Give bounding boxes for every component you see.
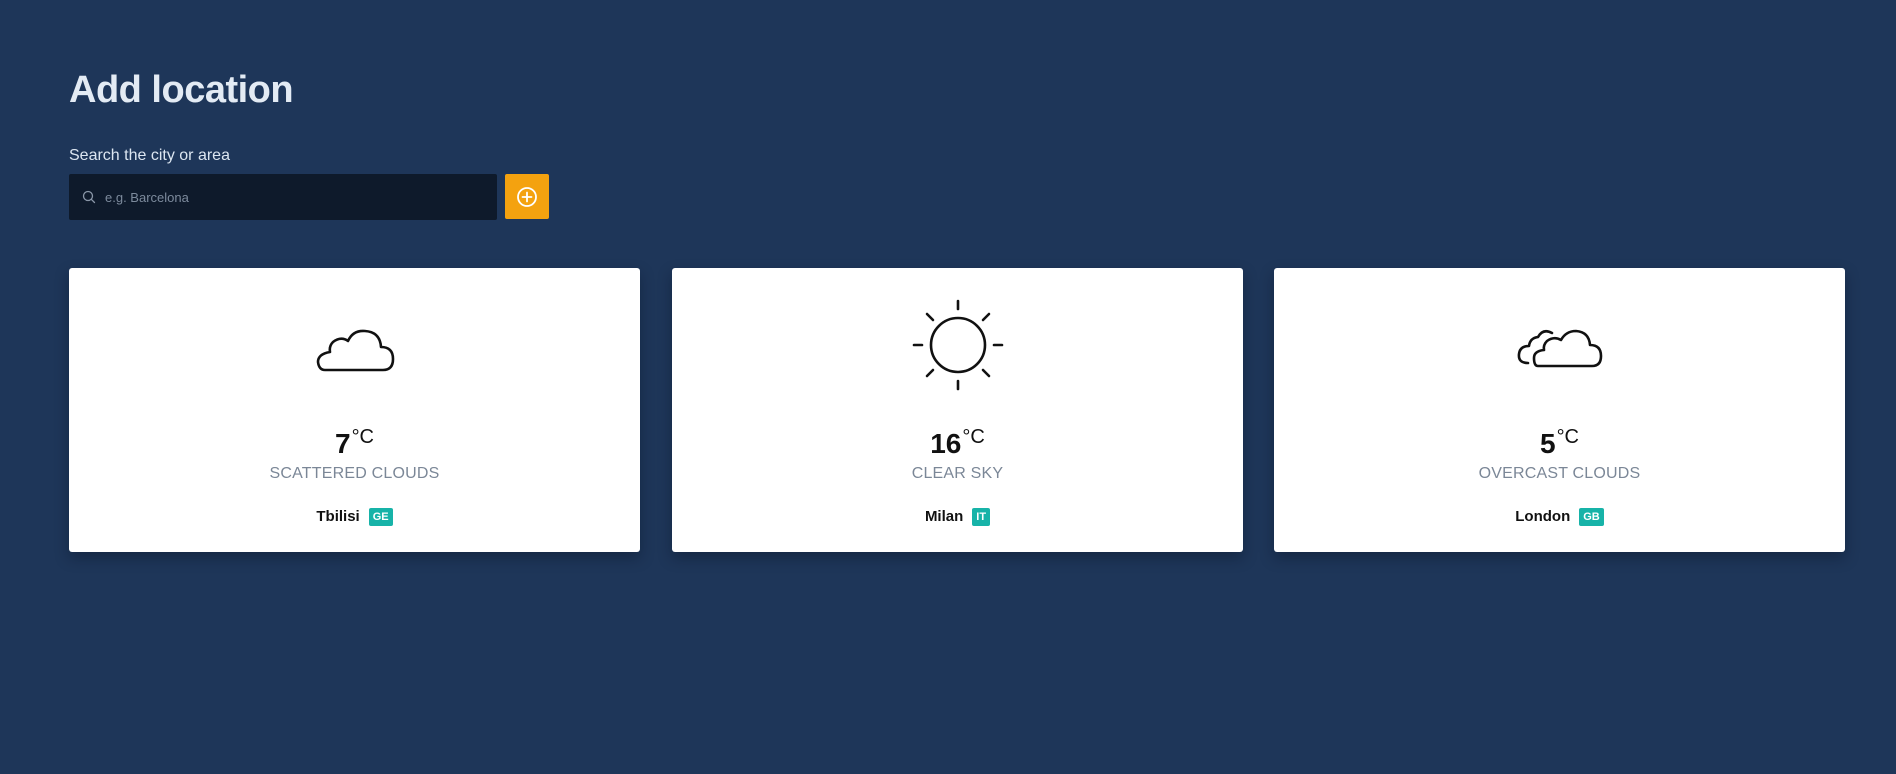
search-icon: [81, 189, 97, 205]
location: London GB: [1274, 508, 1845, 526]
page-title: Add location: [69, 69, 294, 111]
weather-cards: 7°C SCATTERED CLOUDS Tbilisi GE 16°C CLE…: [69, 268, 1845, 552]
temperature-value: 16: [930, 428, 962, 459]
city-name: Milan: [924, 508, 964, 525]
temperature-value: 5: [1539, 428, 1556, 459]
cloud-icon: [305, 295, 405, 395]
overcast-clouds-icon: [1510, 295, 1610, 395]
country-badge: GE: [368, 508, 393, 526]
weather-card-milan[interactable]: 16°C CLEAR SKY Milan IT: [672, 268, 1243, 552]
temperature: 5°C: [1274, 420, 1845, 461]
weather-description: CLEAR SKY: [911, 465, 1004, 482]
temperature: 16°C: [672, 420, 1243, 461]
city-name: London: [1515, 508, 1571, 525]
city-name: Tbilisi: [316, 508, 360, 525]
search-input[interactable]: [105, 174, 497, 220]
country-badge: GB: [1579, 508, 1604, 526]
weather-description: OVERCAST CLOUDS: [1478, 465, 1641, 482]
weather-card-london[interactable]: 5°C OVERCAST CLOUDS London GB: [1274, 268, 1845, 552]
search-box[interactable]: [69, 174, 497, 220]
add-location-button[interactable]: [505, 174, 549, 219]
temperature: 7°C: [69, 420, 640, 461]
location: Tbilisi GE: [69, 508, 640, 526]
temperature-unit: °C: [351, 426, 375, 448]
temperature-unit: °C: [1556, 426, 1580, 448]
plus-circle-icon: [516, 186, 538, 208]
weather-description: SCATTERED CLOUDS: [269, 465, 440, 482]
page: Add location Search the city or area e.g…: [0, 0, 1896, 774]
location: Milan IT: [672, 508, 1243, 526]
sun-icon: [908, 295, 1008, 395]
country-badge: IT: [972, 508, 991, 526]
search-label: Search the city or area: [69, 147, 230, 164]
temperature-value: 7: [334, 428, 351, 459]
weather-card-tbilisi[interactable]: 7°C SCATTERED CLOUDS Tbilisi GE: [69, 268, 640, 552]
temperature-unit: °C: [962, 426, 985, 448]
